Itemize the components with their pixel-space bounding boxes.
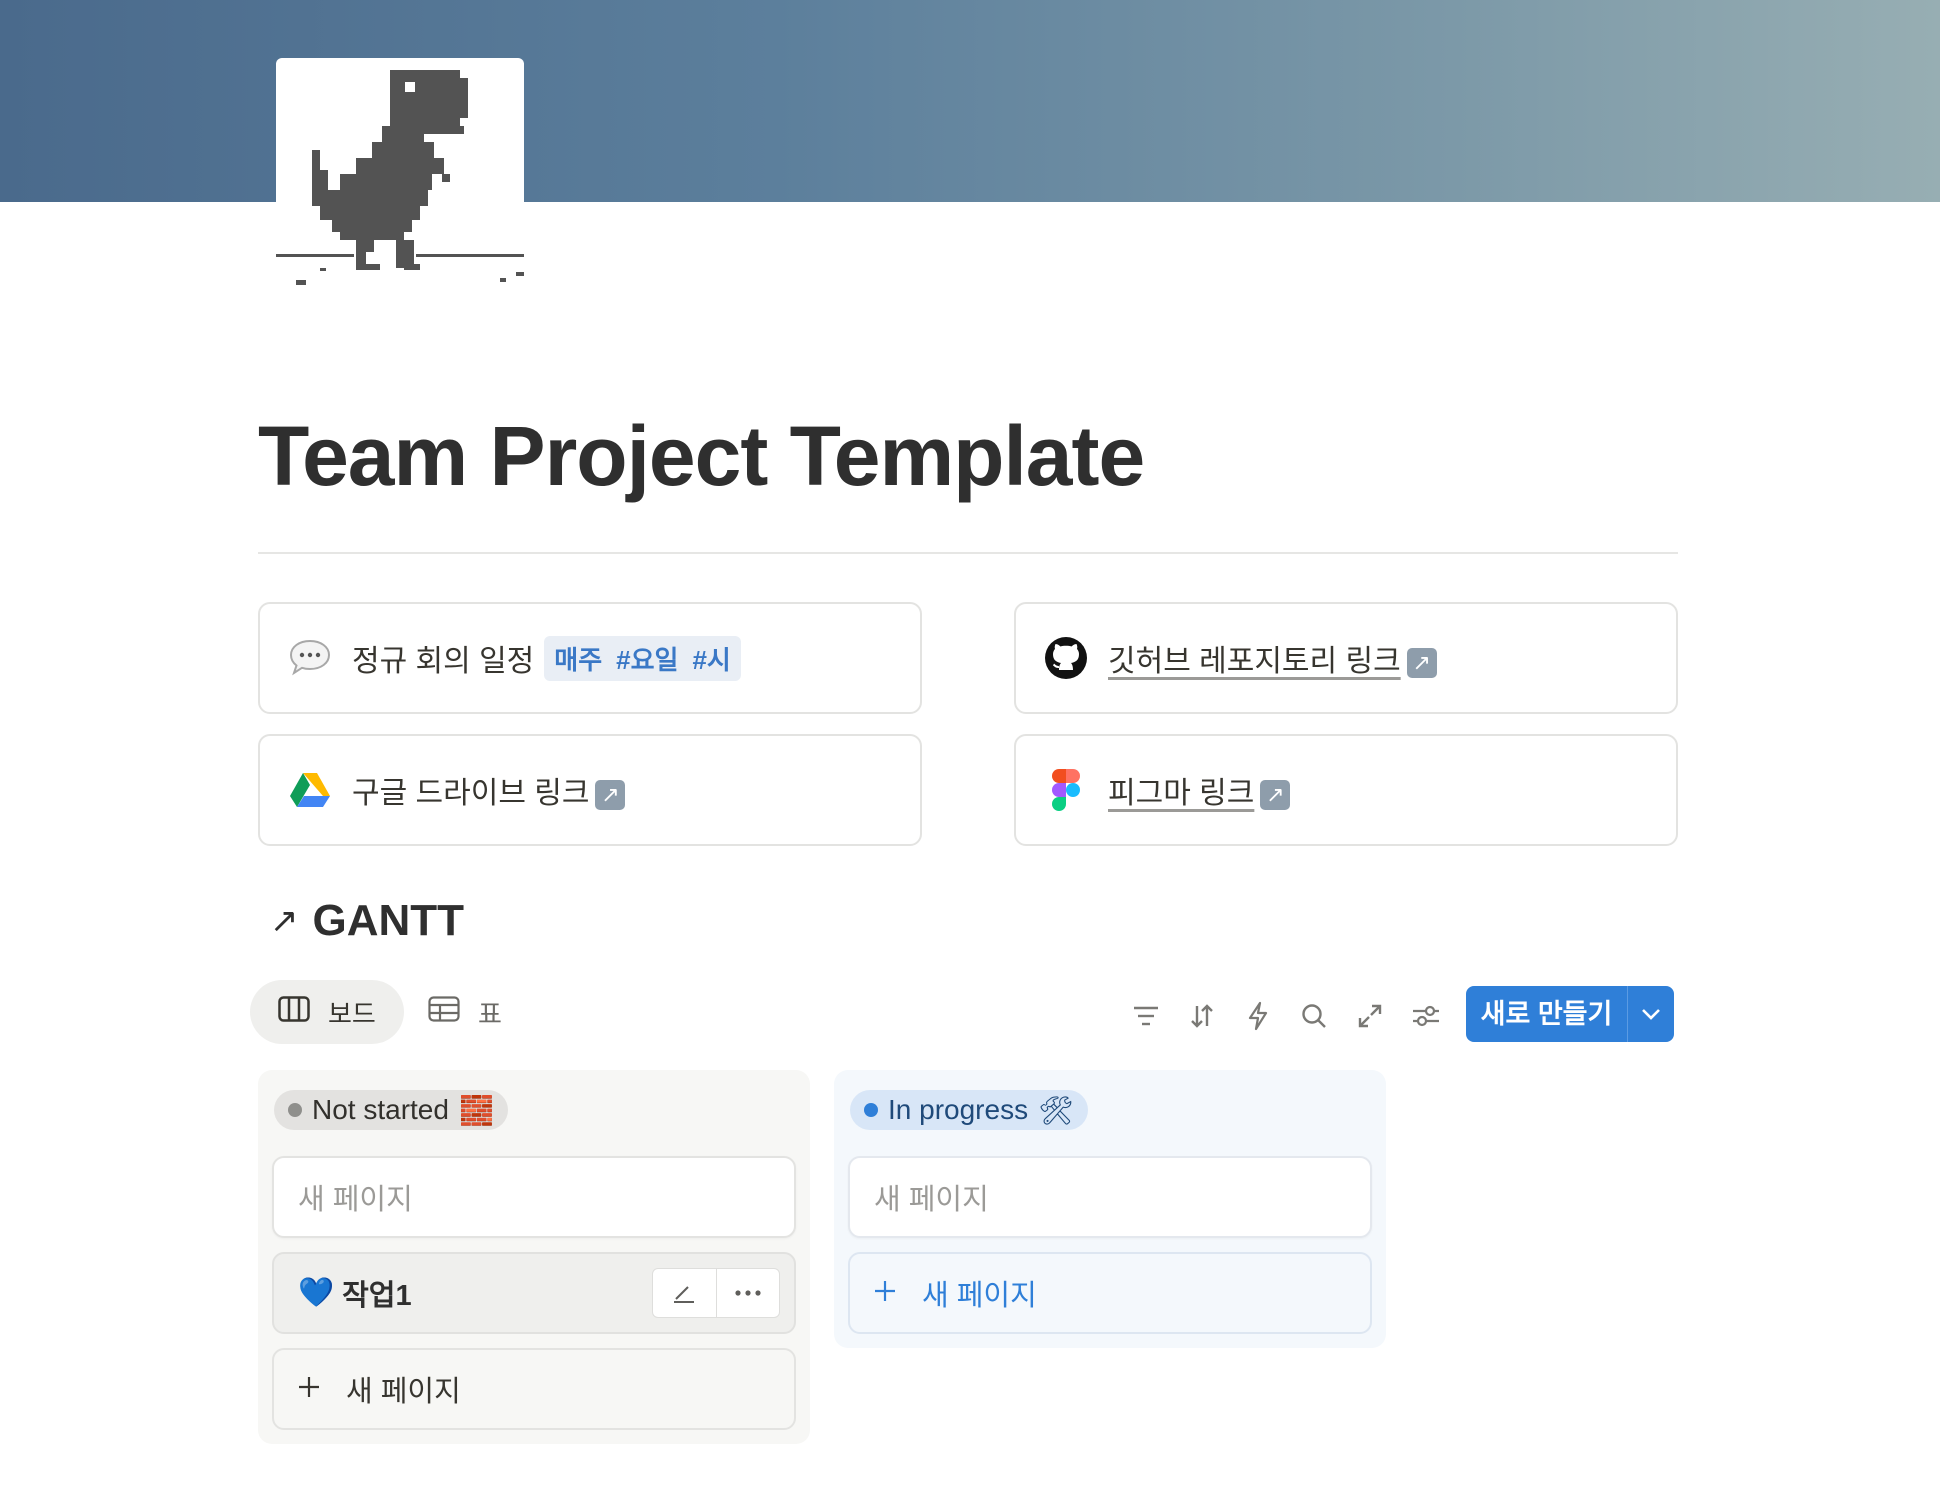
database-title-text: GANTT: [312, 896, 465, 945]
new-button[interactable]: 새로 만들기: [1466, 986, 1674, 1042]
filter-icon[interactable]: [1126, 996, 1166, 1036]
board-column-not-started: Not started 🧱 새 페이지 💙 작업1 새 페이지: [258, 1070, 810, 1444]
new-page-placeholder: 새 페이지: [874, 1184, 989, 1216]
status-label: In progress: [888, 1094, 1029, 1125]
card-actions: [652, 1268, 780, 1318]
pixel-dino-icon[interactable]: [276, 58, 524, 294]
tab-table-label: 표: [478, 998, 502, 1029]
figma-icon: [1044, 768, 1088, 812]
tag-day: #요일: [616, 644, 679, 675]
bricks-icon: 🧱: [458, 1094, 494, 1126]
add-new-page-label: 새 페이지: [922, 1280, 1037, 1312]
github-icon: [1044, 636, 1088, 680]
new-page-input[interactable]: 새 페이지: [848, 1156, 1372, 1238]
status-dot: [288, 1103, 302, 1117]
sort-icon[interactable]: [1182, 996, 1222, 1036]
new-page-input[interactable]: 새 페이지: [272, 1156, 796, 1238]
new-page-placeholder: 새 페이지: [298, 1184, 413, 1216]
add-new-page-button[interactable]: 새 페이지: [272, 1348, 796, 1430]
database-title[interactable]: ↗ GANTT: [270, 896, 464, 946]
search-icon[interactable]: [1294, 996, 1334, 1036]
divider: [258, 552, 1678, 554]
plus-icon: [874, 1277, 896, 1310]
tag-weekly: 매주: [554, 644, 603, 675]
add-new-page-label: 새 페이지: [346, 1376, 461, 1408]
table-icon: [428, 995, 460, 1029]
callout-github-label[interactable]: 깃허브 레포지토리 링크 ↗: [1108, 636, 1437, 680]
automation-icon[interactable]: [1238, 996, 1278, 1036]
status-label: Not started: [312, 1094, 449, 1125]
meeting-tags: 매주 #요일 #시: [544, 635, 741, 681]
google-drive-icon: [288, 768, 332, 812]
status-badge[interactable]: In progress 🛠: [850, 1090, 1088, 1130]
board-column-in-progress: In progress 🛠 새 페이지 새 페이지: [834, 1070, 1386, 1348]
callout-drive-label: 구글 드라이브 링크 ↗: [352, 768, 626, 812]
tab-board[interactable]: 보드: [250, 980, 404, 1044]
callout-meeting[interactable]: 정규 회의 일정 매주 #요일 #시: [258, 602, 922, 714]
callout-github[interactable]: 깃허브 레포지토리 링크 ↗: [1014, 602, 1678, 714]
speech-bubble-icon: [288, 636, 332, 680]
add-new-page-button[interactable]: 새 페이지: [848, 1252, 1372, 1334]
blue-heart-icon: 💙: [298, 1277, 335, 1309]
edit-icon[interactable]: [653, 1269, 716, 1317]
callout-figma[interactable]: 피그마 링크 ↗: [1014, 734, 1678, 846]
tag-hour: #시: [692, 644, 731, 675]
more-icon[interactable]: [715, 1269, 780, 1317]
status-dot: [864, 1103, 878, 1117]
tab-board-label: 보드: [328, 998, 376, 1029]
external-link-icon: ↗: [595, 780, 626, 811]
tab-table[interactable]: 표: [400, 980, 530, 1044]
board-card[interactable]: 💙 작업1: [272, 1252, 796, 1334]
external-link-icon: ↗: [1260, 780, 1291, 811]
external-link-icon: ↗: [1406, 648, 1437, 679]
status-badge[interactable]: Not started 🧱: [274, 1090, 508, 1130]
chevron-down-icon[interactable]: [1628, 986, 1674, 1042]
new-button-label[interactable]: 새로 만들기: [1466, 986, 1628, 1042]
settings-icon[interactable]: [1406, 996, 1446, 1036]
expand-icon[interactable]: [1350, 996, 1390, 1036]
callout-figma-label[interactable]: 피그마 링크 ↗: [1108, 768, 1291, 812]
callout-drive[interactable]: 구글 드라이브 링크 ↗: [258, 734, 922, 846]
card-title: 작업1: [342, 1280, 412, 1312]
plus-icon: [298, 1373, 320, 1406]
tools-icon: 🛠: [1038, 1094, 1074, 1126]
callout-meeting-label: 정규 회의 일정: [352, 645, 535, 678]
linked-view-arrow-icon: ↗: [270, 902, 299, 940]
board-icon: [278, 995, 310, 1029]
page-title[interactable]: Team Project Template: [258, 408, 1145, 505]
